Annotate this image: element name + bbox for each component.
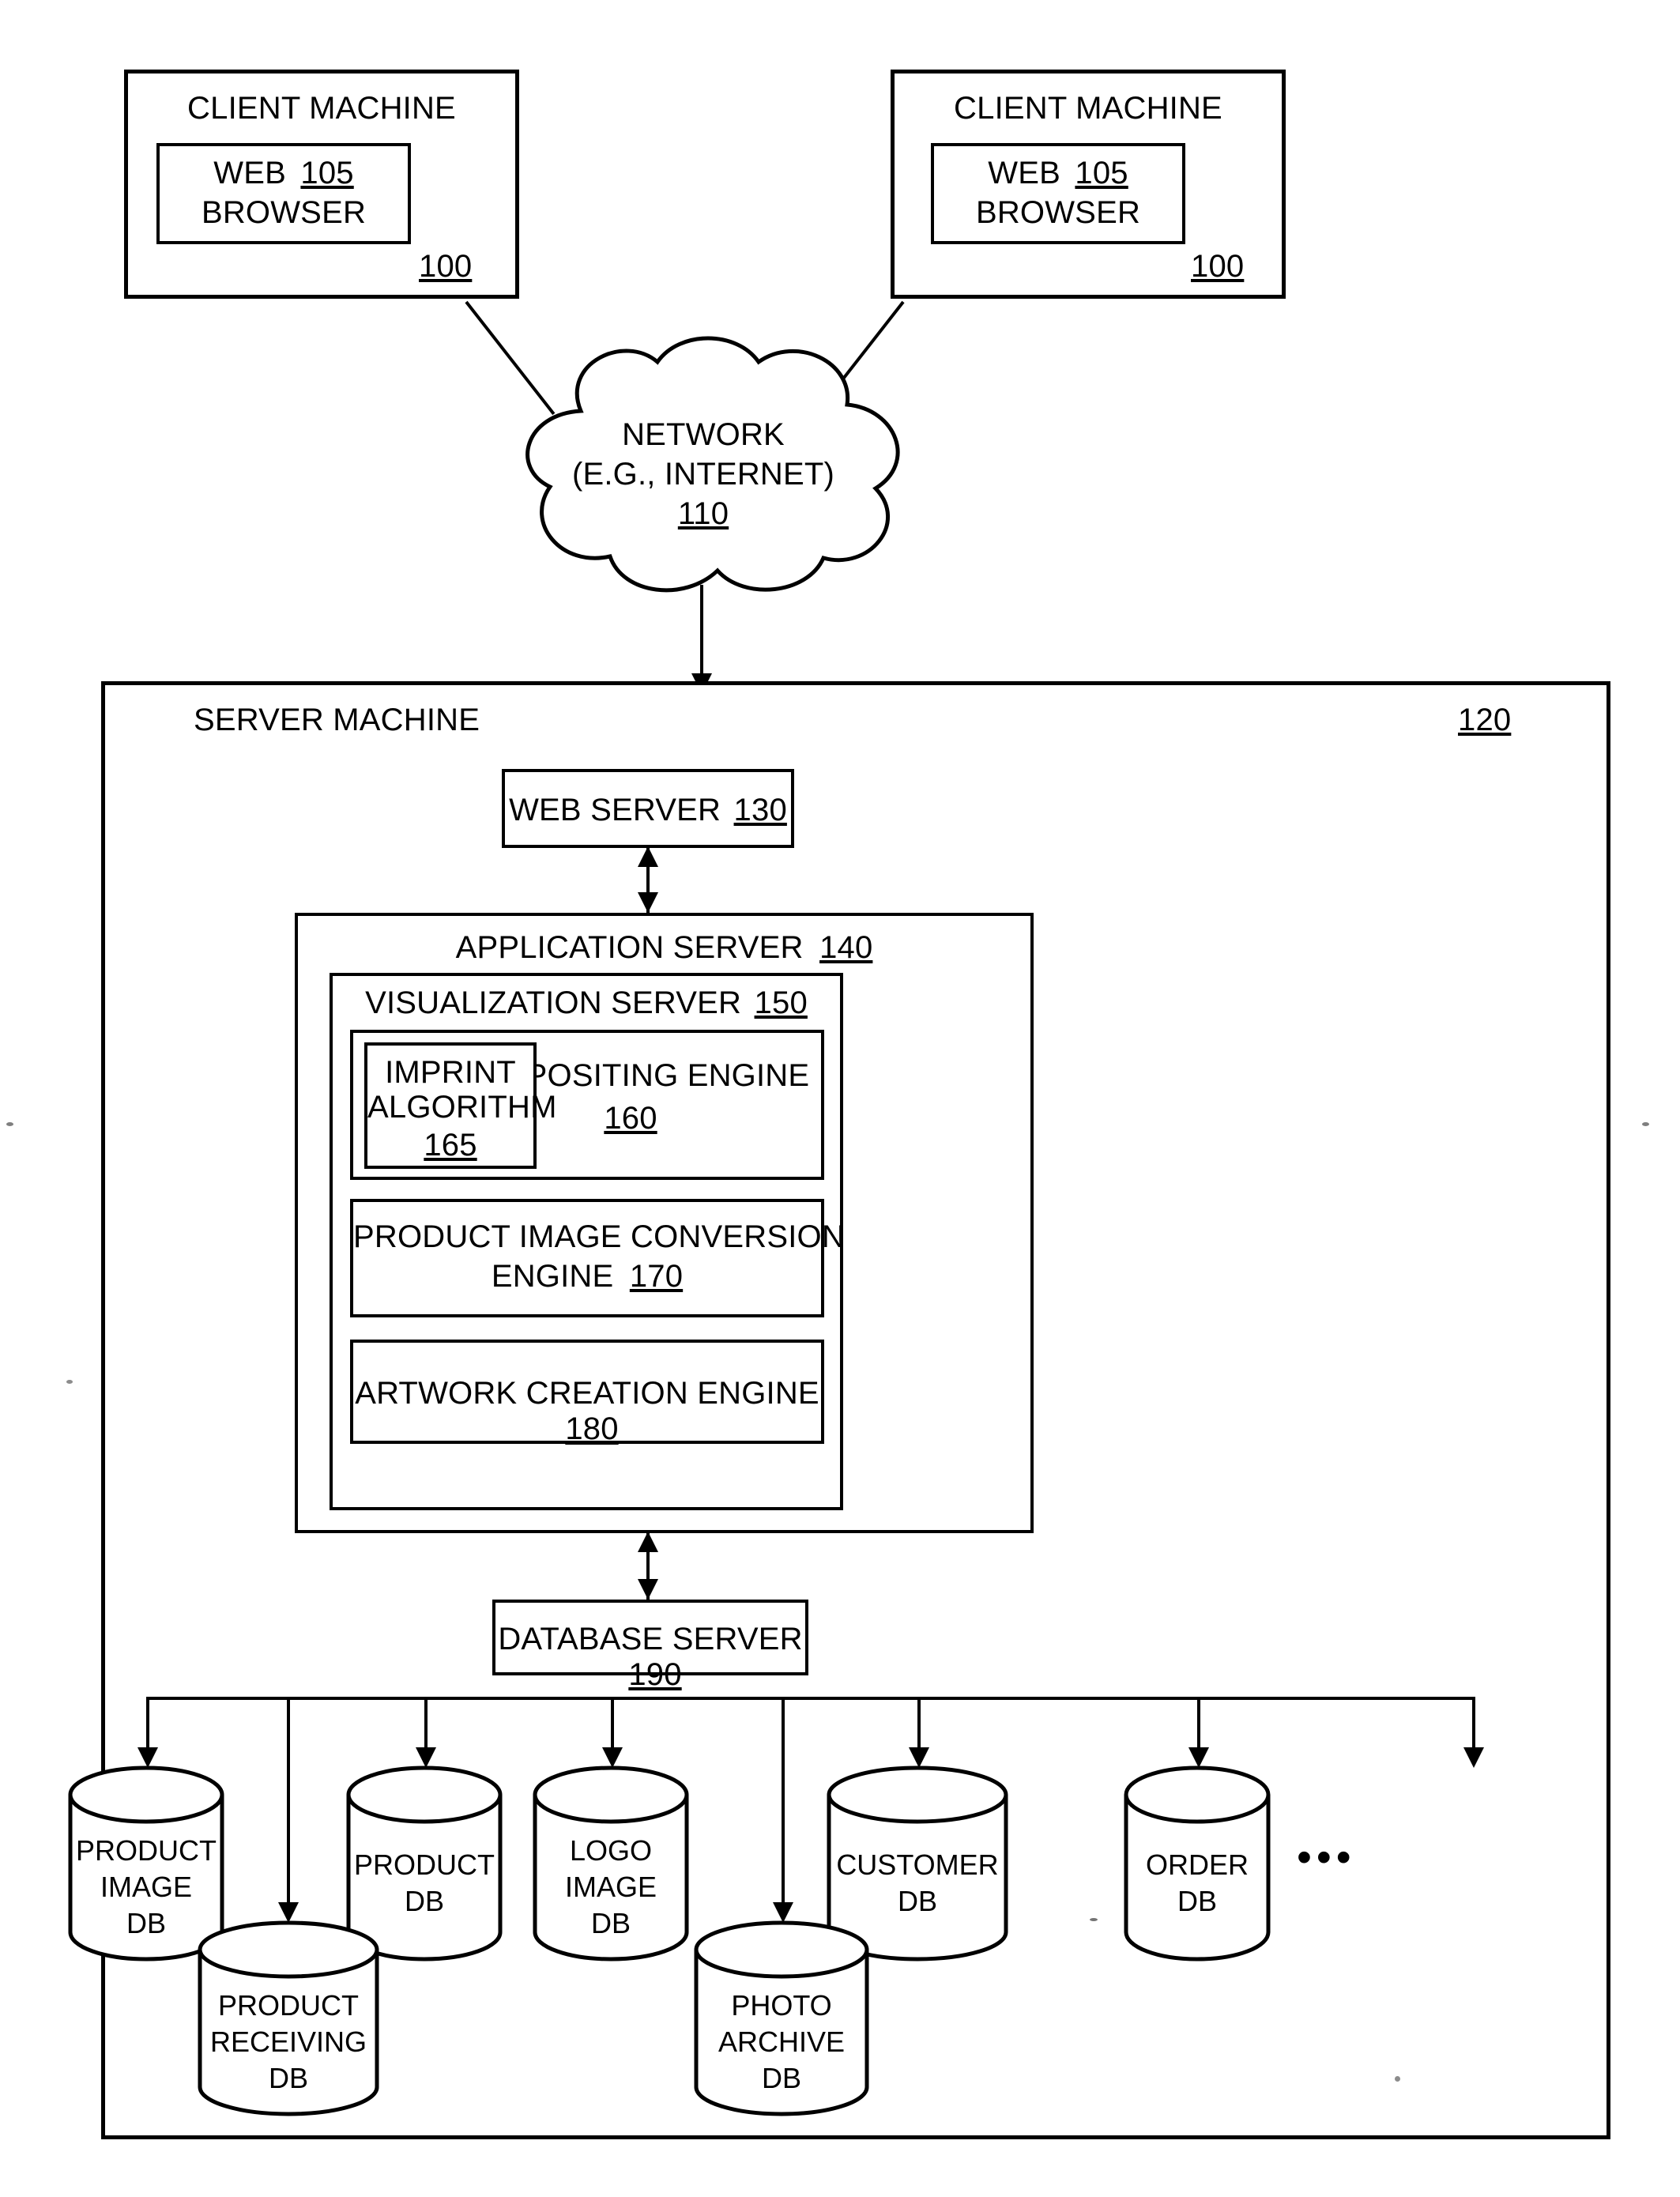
db-cylinder-photo-archive: PHOTO ARCHIVE DB <box>690 1920 873 2117</box>
client-machine-right: CLIENT MACHINE WEB 105 BROWSER 100 <box>891 70 1286 299</box>
db-cylinder-customer-line2: DB <box>897 1885 937 1917</box>
database-server-label: DATABASE SERVER <box>498 1622 803 1656</box>
db-cylinder-photo-archive-line3: DB <box>761 2062 801 2094</box>
product-image-conversion-engine-line2: ENGINE <box>491 1259 614 1294</box>
web-server-text-row: WEB SERVER 130 <box>505 793 791 828</box>
db-cylinder-product-line2: DB <box>404 1885 444 1917</box>
product-image-conversion-engine-ref: 170 <box>629 1259 684 1294</box>
bus-branch-product-image-db <box>146 1697 149 1754</box>
scan-speck <box>1395 2076 1400 2082</box>
db-cylinder-product-image-line2: IMAGE <box>100 1871 192 1903</box>
bus-branch-more-dbs <box>1472 1697 1475 1754</box>
db-cylinder-order-line2: DB <box>1177 1885 1217 1917</box>
web-browser-right-ref: 105 <box>1075 156 1128 190</box>
link-appserver-dbserver-arrow-up <box>638 1532 658 1552</box>
bus-branch-order-db <box>1197 1697 1200 1754</box>
patent-figure-canvas: CLIENT MACHINE WEB 105 BROWSER 100 CLIEN… <box>0 0 1680 2197</box>
db-cylinder-product-image-line1: PRODUCT <box>76 1834 217 1867</box>
db-cylinder-logo-image-line3: DB <box>590 1907 631 1939</box>
web-browser-box-left: WEB 105 BROWSER <box>156 143 411 244</box>
artwork-creation-engine-text-row: ARTWORK CREATION ENGINE 180 <box>353 1376 821 1447</box>
web-server-box: WEB SERVER 130 <box>502 769 794 848</box>
web-browser-left-line1: WEB <box>213 156 286 190</box>
network-line1: NETWORK <box>622 417 785 452</box>
product-image-conversion-engine-box: PRODUCT IMAGE CONVERSION ENGINE 170 <box>350 1199 845 1317</box>
link-webserver-appserver-arrow-down <box>638 892 658 913</box>
web-browser-box-right: WEB 105 BROWSER <box>931 143 1185 244</box>
bus-branch-product-db <box>424 1697 428 1754</box>
compositing-engine-box: COMPOSITING ENGINE 160 IMPRINT ALGORITHM… <box>350 1030 824 1180</box>
bus-branch-customer-db <box>917 1697 921 1754</box>
application-server-label: APPLICATION SERVER <box>455 930 804 965</box>
bus-branch-photo-archive-db <box>782 1697 785 1909</box>
db-cylinder-order-line1: ORDER <box>1145 1848 1249 1881</box>
web-browser-left-ref: 105 <box>300 156 354 190</box>
database-bus-line <box>146 1697 1475 1700</box>
server-machine: SERVER MACHINE 120 WEB SERVER 130 APPLIC… <box>68 681 1610 2139</box>
db-cylinder-order: ORDER DB <box>1120 1765 1275 1962</box>
db-cylinder-product-line1: PRODUCT <box>354 1848 495 1881</box>
database-server-text-row: DATABASE SERVER 190 <box>495 1622 805 1693</box>
client-machine-right-title: CLIENT MACHINE <box>954 91 1222 126</box>
db-cylinder-logo-image-line1: LOGO <box>569 1834 653 1867</box>
scan-speck <box>6 1122 13 1126</box>
server-machine-ref: 120 <box>1458 703 1512 737</box>
link-network-to-server <box>700 585 703 686</box>
bus-branch-logo-image-db <box>611 1697 614 1754</box>
db-cylinder-customer-line1: CUSTOMER <box>836 1848 999 1881</box>
db-cylinder-product-receiving: PRODUCT RECEIVING DB <box>194 1920 383 2117</box>
db-cylinder-product-receiving-line3: DB <box>268 2062 308 2094</box>
product-image-conversion-engine-line2-row: ENGINE 170 <box>353 1259 821 1294</box>
artwork-creation-engine-label: ARTWORK CREATION ENGINE <box>355 1376 819 1411</box>
visualization-server-label: VISUALIZATION SERVER <box>365 985 742 1020</box>
database-server-ref: 190 <box>628 1657 682 1692</box>
network-line2: (E.G., INTERNET) <box>571 457 835 492</box>
visualization-server-box: VISUALIZATION SERVER 150 COMPOSITING ENG… <box>330 973 845 1510</box>
web-browser-right-line2: BROWSER <box>975 195 1141 230</box>
network-cloud: NETWORK (E.G., INTERNET) 110 <box>443 316 964 609</box>
scan-speck <box>66 1380 73 1384</box>
bus-branch-more-dbs-arrow <box>1463 1747 1484 1768</box>
db-cylinder-photo-archive-line2: ARCHIVE <box>718 2026 846 2058</box>
db-cylinder-product-receiving-line2: RECEIVING <box>209 2026 367 2058</box>
network-ref: 110 <box>677 496 729 531</box>
client-machine-left-ref: 100 <box>419 249 473 284</box>
imprint-algorithm-ref: 165 <box>424 1128 477 1163</box>
web-server-label: WEB SERVER <box>509 793 721 827</box>
scan-speck <box>1642 1122 1649 1126</box>
artwork-creation-engine-box: ARTWORK CREATION ENGINE 180 <box>350 1340 824 1447</box>
client-machine-left: CLIENT MACHINE WEB 105 BROWSER 100 <box>124 70 519 299</box>
db-cylinder-logo-image-line2: IMAGE <box>564 1871 657 1903</box>
web-server-ref: 130 <box>733 793 787 827</box>
visualization-server-text-row: VISUALIZATION SERVER 150 <box>333 985 840 1021</box>
application-server-text-row: APPLICATION SERVER 140 <box>298 930 1030 966</box>
product-image-conversion-engine-line1: PRODUCT IMAGE CONVERSION <box>353 1219 845 1254</box>
imprint-algorithm-box: IMPRINT ALGORITHM 165 <box>364 1042 557 1169</box>
imprint-algorithm-line2: ALGORITHM <box>367 1090 557 1125</box>
client-machine-left-title: CLIENT MACHINE <box>187 91 456 126</box>
server-machine-title: SERVER MACHINE <box>194 703 480 737</box>
web-browser-right-line1-row: WEB 105 <box>934 156 1182 191</box>
application-server-ref: 140 <box>819 930 873 965</box>
artwork-creation-engine-ref: 180 <box>565 1411 619 1446</box>
web-browser-left-line1-row: WEB 105 <box>160 156 408 191</box>
web-browser-left-line2: BROWSER <box>201 195 367 230</box>
db-cylinder-logo-image: LOGO IMAGE DB <box>529 1765 693 1962</box>
database-server-box: DATABASE SERVER 190 <box>492 1600 808 1692</box>
additional-databases-ellipsis: ••• <box>1297 1833 1356 1881</box>
application-server-box: APPLICATION SERVER 140 VISUALIZATION SER… <box>295 913 1034 1533</box>
scan-speck <box>1090 1918 1098 1921</box>
db-cylinder-product-receiving-line1: PRODUCT <box>218 1989 359 2022</box>
link-webserver-appserver-arrow-up <box>638 846 658 867</box>
visualization-server-ref: 150 <box>754 985 808 1020</box>
web-browser-right-line1: WEB <box>988 156 1060 190</box>
link-appserver-dbserver-arrow-down <box>638 1579 658 1600</box>
bus-branch-product-receiving-db <box>287 1697 290 1909</box>
db-cylinder-photo-archive-line1: PHOTO <box>731 1989 832 2022</box>
client-machine-right-ref: 100 <box>1191 249 1245 284</box>
imprint-algorithm-line1: IMPRINT <box>385 1055 516 1090</box>
